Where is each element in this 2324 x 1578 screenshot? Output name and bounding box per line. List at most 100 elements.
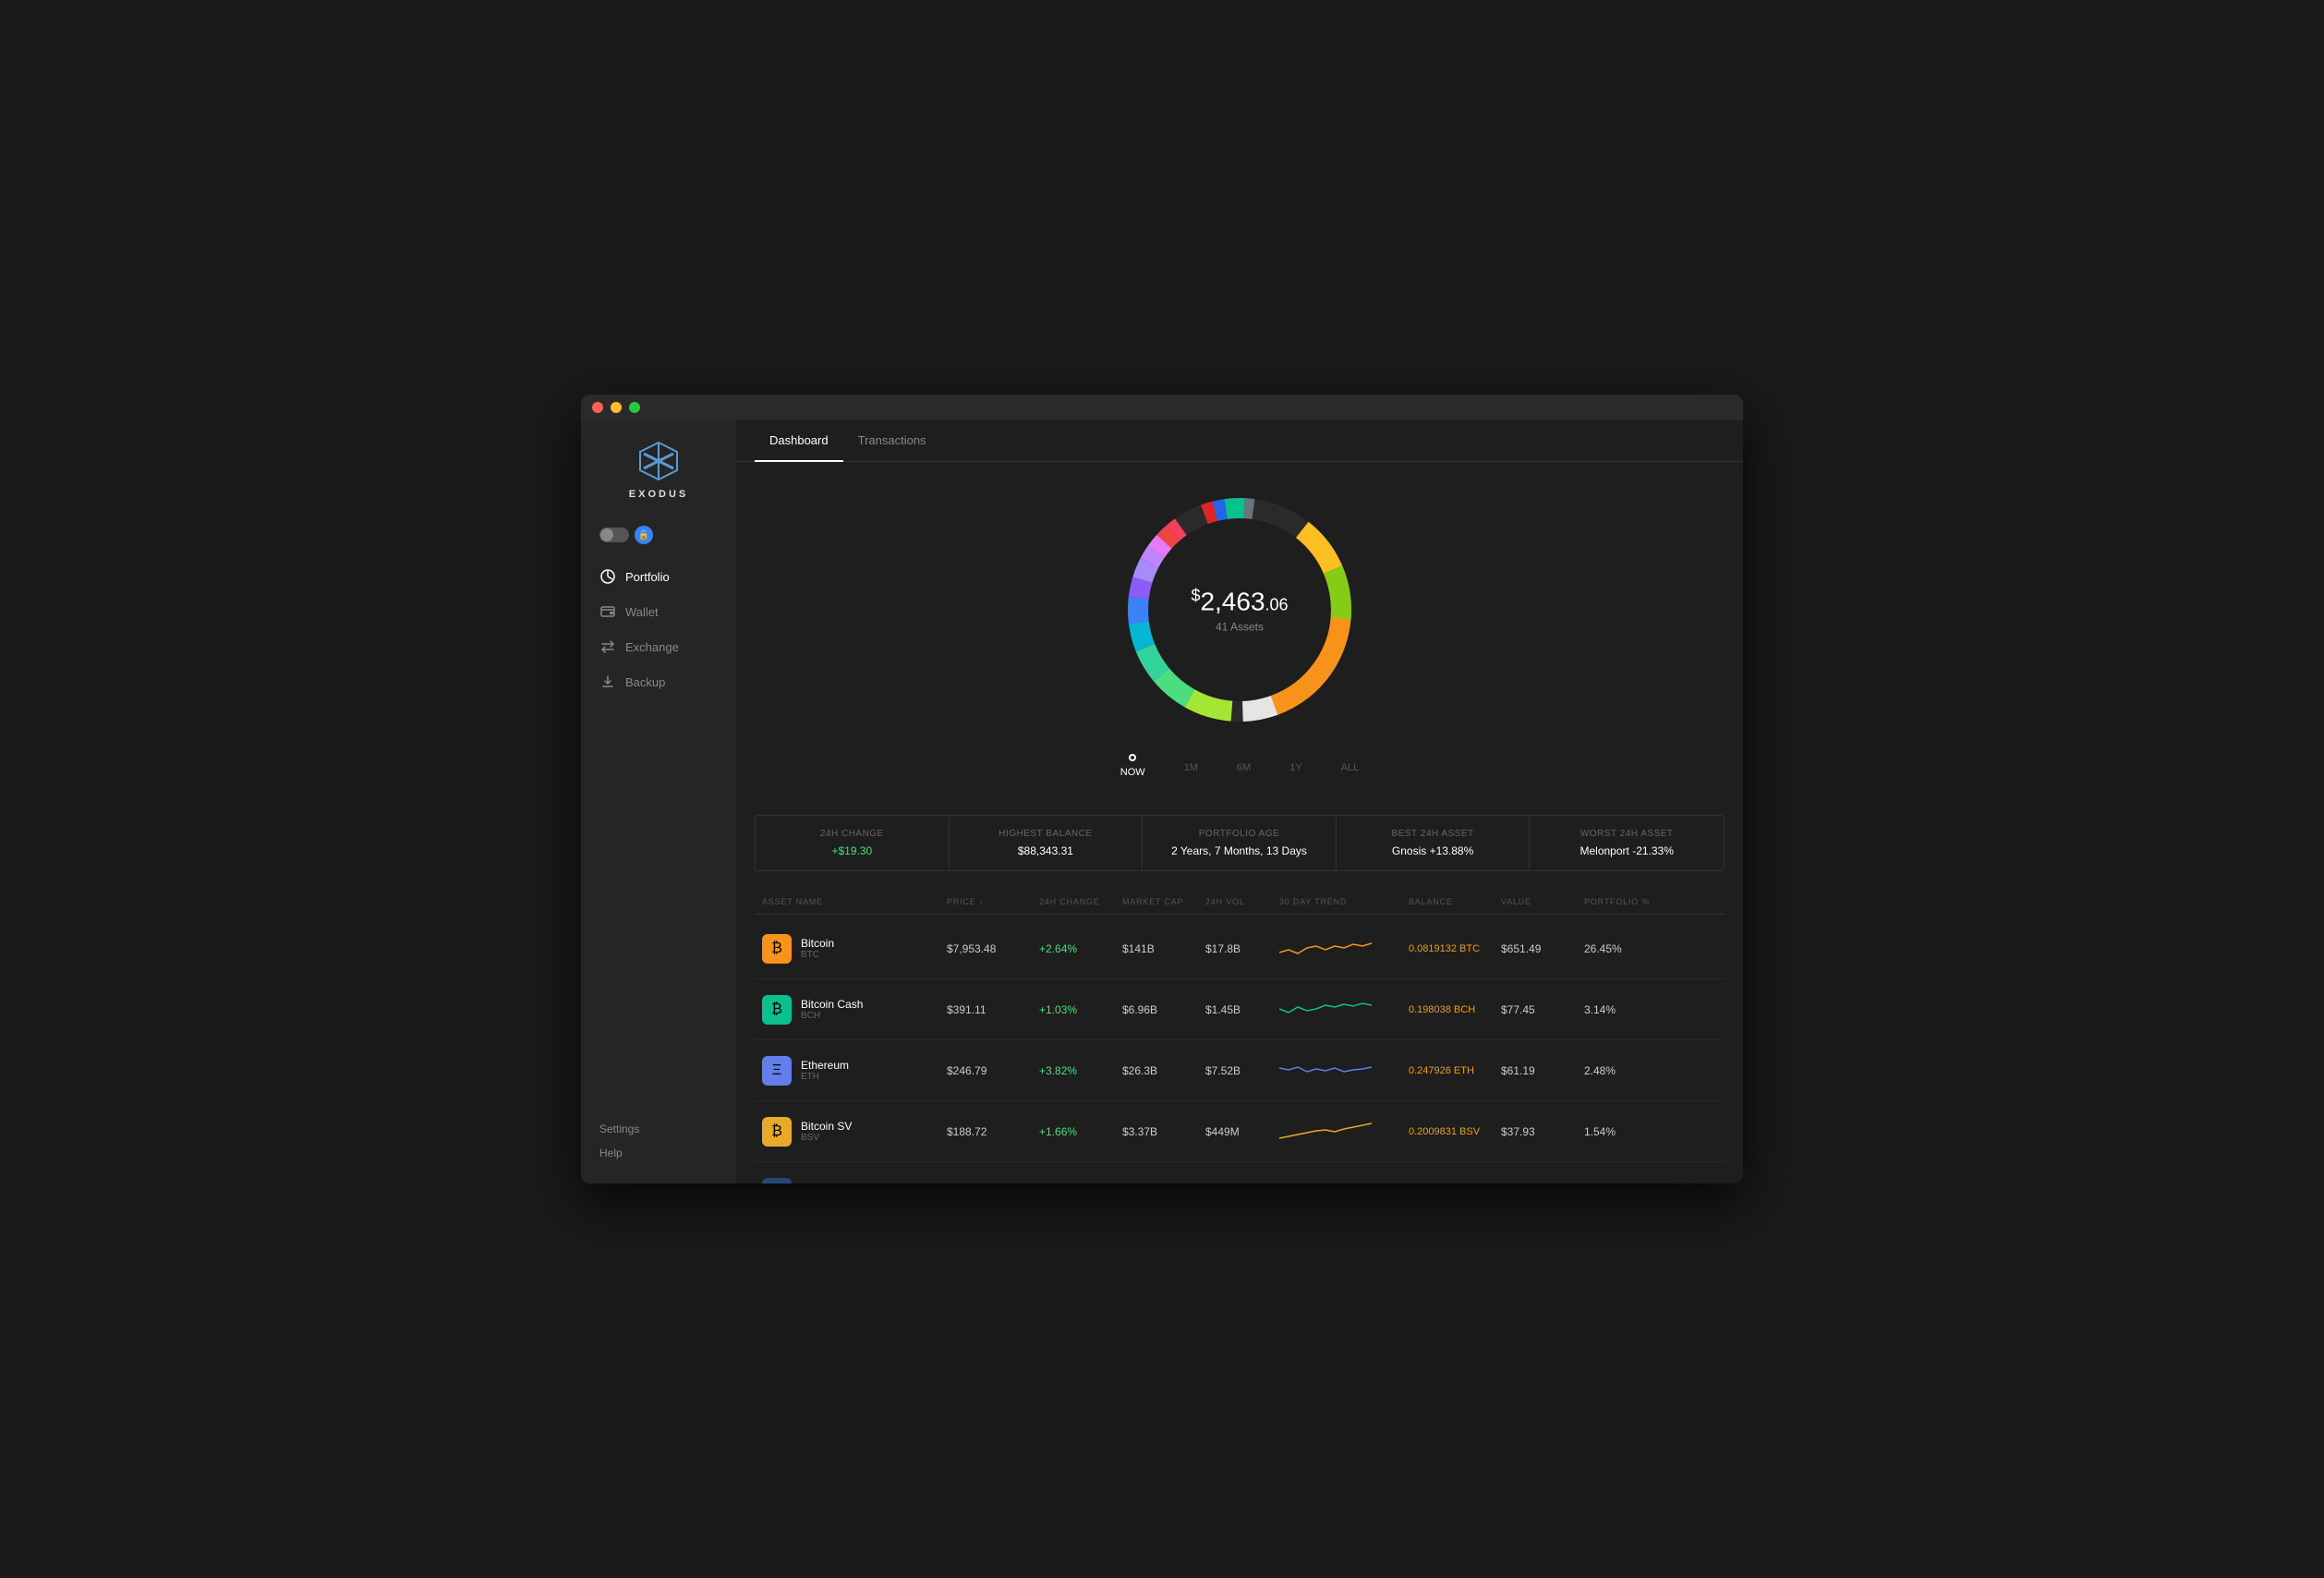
eth-pct: 2.48%: [1577, 1064, 1660, 1077]
tab-dashboard[interactable]: Dashboard: [755, 420, 843, 462]
bsv-price: $188.72: [939, 1125, 1032, 1138]
th-balance: BALANCE: [1401, 897, 1494, 906]
stat-value-2: 2 Years, 7 Months, 13 Days: [1161, 844, 1317, 857]
time-btn-all[interactable]: ALL: [1336, 759, 1365, 777]
exchange-icon: [599, 638, 616, 655]
sidebar-item-wallet[interactable]: Wallet: [581, 594, 736, 629]
bsv-mcap: $3.37B: [1115, 1125, 1198, 1138]
exchange-label: Exchange: [625, 640, 679, 654]
btc-change: +2.64%: [1032, 942, 1115, 955]
th-asset-name: ASSET NAME: [755, 897, 939, 906]
eth-logo: Ξ: [762, 1056, 792, 1086]
bch-names: Bitcoin Cash BCH: [801, 998, 863, 1021]
toggle-track[interactable]: [599, 528, 629, 542]
asset-info-eth: Ξ Ethereum ETH: [755, 1056, 939, 1086]
lock-badge[interactable]: 🔒: [635, 526, 653, 544]
btc-value: $651.49: [1494, 942, 1577, 955]
table-row[interactable]: ₿ Bitcoin Cash BCH $391.11 +1.03% $6.96B…: [755, 979, 1725, 1040]
eth-value: $61.19: [1494, 1064, 1577, 1077]
sidebar-item-backup[interactable]: Backup: [581, 664, 736, 699]
stat-worst-asset: Worst 24H Asset Melonport -21.33%: [1530, 816, 1724, 870]
wallet-label: Wallet: [625, 605, 659, 619]
dollar-sign: $: [1191, 586, 1200, 604]
minimize-button[interactable]: [611, 402, 622, 413]
eth-price: $246.79: [939, 1064, 1032, 1077]
th-value: VALUE: [1494, 897, 1577, 906]
time-dot: [1129, 754, 1136, 761]
app-body: EXODUS 🔒 Portfolio: [581, 420, 1743, 1184]
bch-trend: [1272, 990, 1401, 1028]
wallet-icon: [599, 603, 616, 620]
close-button[interactable]: [592, 402, 603, 413]
donut-chart: $2,463.06 41 Assets: [1110, 480, 1369, 739]
table-header: ASSET NAME PRICE 24H CHANGE MARKET CAP 2…: [755, 890, 1725, 915]
eth-name: Ethereum: [801, 1059, 849, 1072]
asset-info-bsv: ₿ Bitcoin SV BSV: [755, 1117, 939, 1147]
time-btn-1m[interactable]: 1M: [1179, 759, 1204, 777]
asset-info-bch: ₿ Bitcoin Cash BCH: [755, 995, 939, 1025]
maximize-button[interactable]: [629, 402, 640, 413]
eth-balance: 0.247926 ETH: [1401, 1065, 1494, 1076]
time-controls: NOW 1M 6M 1Y ALL: [1115, 754, 1365, 782]
sidebar-item-portfolio[interactable]: Portfolio: [581, 559, 736, 594]
sidebar-item-exchange[interactable]: Exchange: [581, 629, 736, 664]
bch-logo: ₿: [762, 995, 792, 1025]
settings-item[interactable]: Settings: [599, 1117, 718, 1141]
table-row[interactable]: ◆ — — — — — —: [755, 1162, 1725, 1184]
table-row[interactable]: ₿ Bitcoin SV BSV $188.72 +1.66% $3.37B $…: [755, 1101, 1725, 1162]
stat-label-0: 24H Change: [774, 829, 930, 839]
assets-count: 41 Assets: [1191, 621, 1288, 634]
toggle-knob: [600, 528, 613, 541]
portfolio-icon: [599, 568, 616, 585]
stat-label-1: Highest Balance: [968, 829, 1124, 839]
stat-24h-change: 24H Change +$19.30: [756, 816, 950, 870]
bsv-value: $37.93: [1494, 1125, 1577, 1138]
btc-ticker: BTC: [801, 950, 834, 960]
btc-balance: 0.0819132 BTC: [1401, 943, 1494, 954]
th-24h-vol: 24H VOL: [1198, 897, 1272, 906]
time-btn-1y[interactable]: 1Y: [1284, 759, 1307, 777]
other-name: —: [801, 1181, 812, 1184]
logo-area: EXODUS: [581, 439, 736, 500]
total-amount: 2,463: [1200, 588, 1265, 616]
bch-ticker: BCH: [801, 1011, 863, 1021]
bch-name: Bitcoin Cash: [801, 998, 863, 1011]
bsv-logo: ₿: [762, 1117, 792, 1147]
table-row[interactable]: Ξ Ethereum ETH $246.79 +3.82% $26.3B $7.…: [755, 1040, 1725, 1101]
sidebar: EXODUS 🔒 Portfolio: [581, 420, 736, 1184]
bsv-balance: 0.2009831 BSV: [1401, 1126, 1494, 1137]
btc-trend: [1272, 929, 1401, 967]
content-area[interactable]: $2,463.06 41 Assets NOW 1M 6M 1Y: [736, 462, 1743, 1184]
bsv-pct: 1.54%: [1577, 1125, 1660, 1138]
bch-price: $391.11: [939, 1003, 1032, 1016]
asset-info-btc: ₿ Bitcoin BTC: [755, 934, 939, 964]
help-item[interactable]: Help: [599, 1141, 718, 1165]
bsv-ticker: BSV: [801, 1133, 852, 1143]
tab-transactions[interactable]: Transactions: [843, 420, 941, 462]
time-now[interactable]: NOW: [1115, 754, 1151, 782]
tab-bar: Dashboard Transactions: [736, 420, 1743, 462]
donut-center: $2,463.06 41 Assets: [1191, 586, 1288, 633]
other-logo: ◆: [762, 1178, 792, 1184]
bsv-change: +1.66%: [1032, 1125, 1115, 1138]
backup-icon: [599, 674, 616, 690]
time-btn-6m[interactable]: 6M: [1231, 759, 1256, 777]
btc-vol: $17.8B: [1198, 942, 1272, 955]
stat-portfolio-age: Portfolio Age 2 Years, 7 Months, 13 Days: [1143, 816, 1337, 870]
app-window: EXODUS 🔒 Portfolio: [581, 394, 1743, 1184]
time-btn-now[interactable]: NOW: [1115, 763, 1151, 782]
btc-mcap: $141B: [1115, 942, 1198, 955]
bch-balance: 0.198038 BCH: [1401, 1004, 1494, 1015]
other-trend: [1272, 1173, 1401, 1184]
eth-mcap: $26.3B: [1115, 1064, 1198, 1077]
stat-label-4: Worst 24H Asset: [1548, 829, 1705, 839]
th-price[interactable]: PRICE: [939, 897, 1032, 906]
lock-toggle[interactable]: 🔒: [599, 526, 718, 544]
title-bar: [581, 394, 1743, 420]
total-cents: .06: [1265, 596, 1289, 614]
eth-ticker: ETH: [801, 1072, 849, 1082]
asset-info-other: ◆ — —: [755, 1178, 939, 1184]
table-row[interactable]: ₿ Bitcoin BTC $7,953.48 +2.64% $141B $17…: [755, 918, 1725, 979]
chart-section: $2,463.06 41 Assets NOW 1M 6M 1Y: [755, 480, 1725, 796]
main-content: Dashboard Transactions: [736, 420, 1743, 1184]
